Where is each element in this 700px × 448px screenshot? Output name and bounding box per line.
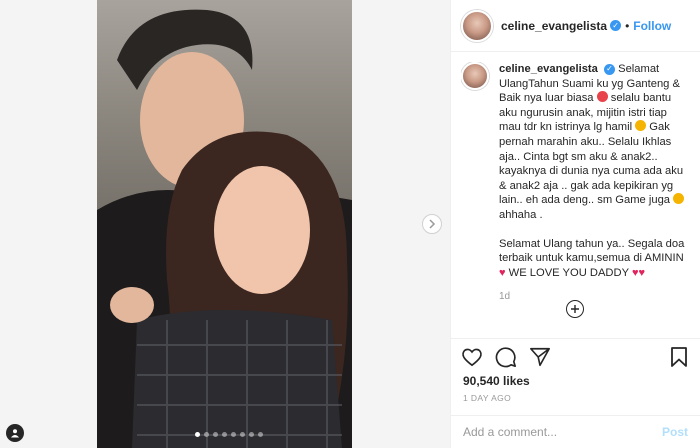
comments-section: celine_evangelista ✓ Selamat UlangTahun … [461, 62, 692, 332]
carousel-dot [231, 432, 236, 437]
comment-form: Post [451, 415, 700, 448]
post-header: celine_evangelista ✓ • Follow [451, 0, 700, 52]
carousel-dot [249, 432, 254, 437]
red-heart-icon: ♥ [499, 266, 506, 279]
bookmark-icon [671, 346, 687, 367]
user-tags-icon[interactable] [6, 424, 24, 442]
like-button[interactable] [461, 346, 483, 368]
carousel-next-button[interactable] [422, 214, 442, 234]
follow-button[interactable]: Follow [633, 19, 671, 33]
caption-text: celine_evangelista ✓ Selamat UlangTahun … [499, 62, 685, 305]
carousel-dots [195, 432, 263, 437]
grin-emoji-icon [635, 120, 647, 132]
share-icon [530, 347, 550, 366]
load-more-comments-button[interactable] [566, 300, 584, 318]
heart-eyes-emoji-icon [596, 91, 608, 103]
header-username[interactable]: celine_evangelista [501, 19, 607, 33]
carousel-dot [258, 432, 263, 437]
post-comment-button[interactable]: Post [662, 425, 688, 439]
comment-icon [495, 346, 516, 367]
caption-username[interactable]: celine_evangelista [499, 63, 598, 75]
caption-text-4: ahhaha . [499, 208, 543, 221]
person-icon [11, 429, 19, 438]
caption-text-3: Gak pernah marahin aku.. Selalu Ikhlas a… [499, 121, 684, 207]
caption: celine_evangelista ✓ Selamat UlangTahun … [461, 62, 692, 305]
post-photo[interactable] [97, 0, 352, 448]
save-button[interactable] [668, 346, 690, 368]
photo-illustration [97, 9, 352, 448]
comment-button[interactable] [495, 346, 517, 368]
post-sidebar: celine_evangelista ✓ • Follow celine_eva… [450, 0, 700, 448]
carousel-dot [204, 432, 209, 437]
comment-input[interactable] [463, 425, 662, 439]
verified-badge-icon: ✓ [610, 20, 622, 31]
carousel-dot [195, 432, 200, 437]
laugh-emoji-icon [673, 193, 685, 205]
chevron-right-icon [429, 219, 436, 229]
share-button[interactable] [529, 346, 551, 368]
carousel-dot [213, 432, 218, 437]
caption-time[interactable]: 1d [499, 290, 685, 305]
heart-icon [462, 348, 482, 366]
photo-pane [0, 0, 450, 448]
avatar[interactable] [461, 9, 493, 42]
header-separator: • [625, 18, 630, 33]
red-heart-icon: ♥ [638, 266, 646, 279]
likes-count[interactable]: 90,540 likes [463, 374, 530, 388]
post-date[interactable]: 1 DAY AGO [463, 393, 511, 403]
verified-badge-icon: ✓ [604, 63, 615, 75]
caption-text-6: WE LOVE YOU DADDY [508, 266, 629, 279]
caption-text-5: Selamat Ulang tahun ya.. Segala doa terb… [499, 237, 685, 265]
plus-icon [571, 305, 579, 313]
carousel-dot [222, 432, 227, 437]
carousel-dot [240, 432, 245, 437]
caption-avatar[interactable] [461, 62, 489, 90]
action-bar [451, 338, 700, 374]
